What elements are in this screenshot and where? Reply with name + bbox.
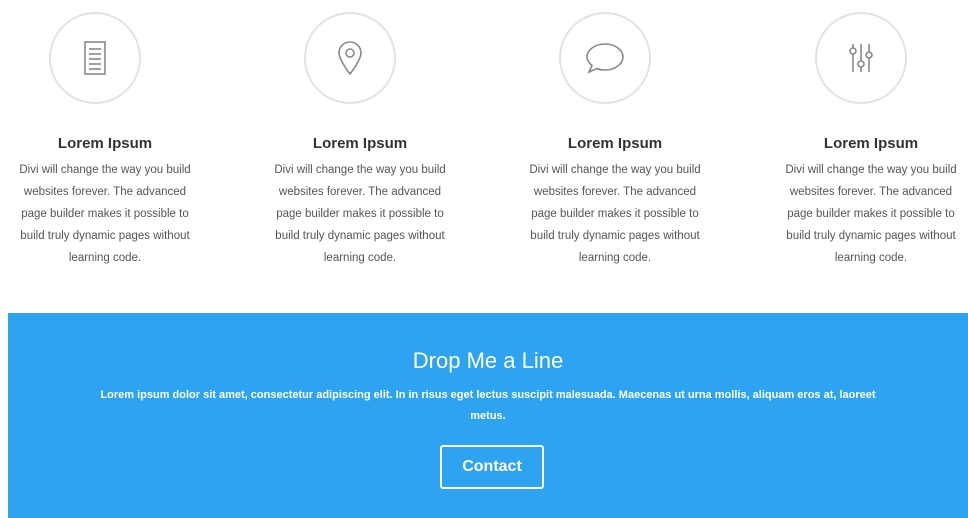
features-section: Lorem Ipsum Divi will change the way you… [0, 0, 968, 300]
feature-title: Lorem Ipsum [823, 135, 919, 152]
feature-title: Lorem Ipsum [312, 135, 408, 152]
feature-text: Divi will change the way you build websi… [785, 164, 957, 264]
speech-bubble-icon [586, 43, 624, 74]
map-pin-icon [338, 41, 362, 76]
feature-title: Lorem Ipsum [57, 135, 153, 152]
feature-icon-circle [559, 12, 651, 104]
sliders-icon [849, 44, 873, 72]
cta-text: Lorem ipsum dolor sit amet, consectetur … [100, 389, 876, 422]
feature-icon-circle [815, 12, 907, 104]
contact-cta-section: Drop Me a Line Lorem ipsum dolor sit ame… [8, 313, 968, 518]
feature-text: Divi will change the way you build websi… [19, 164, 191, 264]
feature-title: Lorem Ipsum [567, 135, 663, 152]
feature-icon-circle [304, 12, 396, 104]
feature-text: Divi will change the way you build websi… [274, 164, 446, 264]
cta-title: Drop Me a Line [412, 348, 564, 373]
feature-text: Divi will change the way you build websi… [529, 164, 701, 264]
feature-icon-circle [49, 12, 141, 104]
contact-button[interactable]: Contact [440, 445, 544, 489]
document-icon [84, 41, 106, 75]
